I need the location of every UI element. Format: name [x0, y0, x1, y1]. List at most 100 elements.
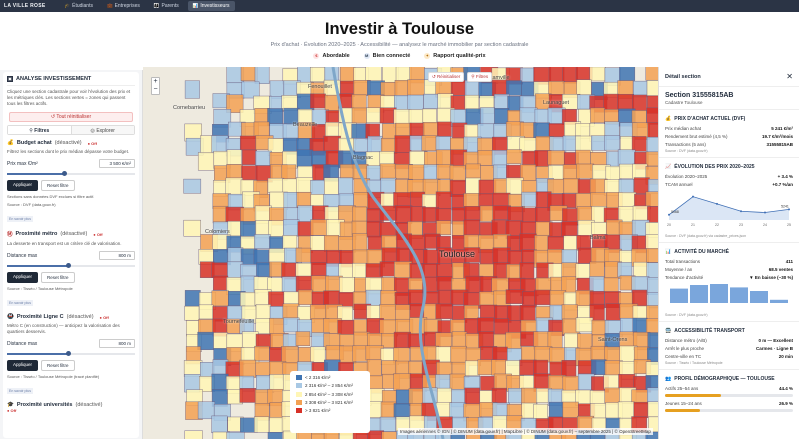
cadastral-section[interactable] [617, 93, 635, 111]
cadastral-section[interactable] [407, 94, 424, 111]
cadastral-section[interactable] [590, 107, 606, 123]
cadastral-section[interactable] [646, 107, 658, 125]
cadastral-section[interactable] [184, 80, 200, 99]
apply-button[interactable]: Appliquer [7, 360, 39, 371]
cadastral-section[interactable] [575, 149, 591, 166]
cadastral-section[interactable] [647, 387, 658, 405]
cadastral-section[interactable] [492, 346, 508, 362]
cadastral-section[interactable] [450, 80, 467, 96]
cadastral-section[interactable] [213, 332, 229, 350]
cadastral-section[interactable] [617, 401, 635, 419]
cadastral-section[interactable] [464, 206, 483, 222]
map-reset-button[interactable]: ↺ Réinitialiser [428, 72, 465, 82]
cadastral-section[interactable] [227, 247, 244, 263]
cadastral-section[interactable] [310, 93, 326, 109]
cadastral-section[interactable] [561, 304, 578, 320]
cadastral-section[interactable] [562, 67, 578, 84]
cadastral-section[interactable] [211, 135, 229, 153]
cadastral-section[interactable] [254, 234, 271, 249]
cadastral-section[interactable] [562, 401, 579, 419]
cadastral-section[interactable] [617, 262, 633, 278]
cadastral-section[interactable] [367, 430, 385, 439]
slider-thumb[interactable] [65, 263, 71, 268]
cadastral-section[interactable] [548, 67, 565, 82]
cadastral-section[interactable] [269, 417, 284, 433]
cadastral-section[interactable] [647, 179, 658, 194]
chip-connecte[interactable]: M Bien connecté [363, 53, 410, 59]
cadastral-section[interactable] [380, 290, 397, 307]
cadastral-section[interactable] [603, 277, 619, 293]
cadastral-section[interactable] [295, 247, 312, 263]
cadastral-section[interactable] [381, 431, 398, 439]
apply-button[interactable]: Appliquer [7, 180, 39, 191]
cadastral-section[interactable] [184, 290, 201, 307]
cadastral-section[interactable] [576, 163, 595, 179]
cadastral-section[interactable] [505, 289, 525, 304]
apply-button[interactable]: Appliquer [7, 272, 39, 283]
cadastral-section[interactable] [435, 346, 452, 363]
brand-logo[interactable]: LA VILLE ROSE [4, 3, 46, 9]
cadastral-section[interactable] [267, 177, 285, 193]
reset-all-button[interactable]: ↺ Tout réinitialiser [9, 112, 133, 122]
cadastral-section[interactable] [533, 122, 550, 138]
cadastral-section[interactable] [645, 234, 658, 250]
cadastral-section[interactable] [645, 191, 658, 207]
cadastral-section[interactable] [268, 291, 285, 307]
cadastral-section[interactable] [436, 276, 453, 291]
nav-tab-parents[interactable]: 👪 Parents [149, 1, 184, 11]
cadastral-section[interactable] [211, 373, 229, 392]
cadastral-section[interactable] [339, 164, 355, 179]
cadastral-section[interactable] [381, 360, 398, 376]
cadastral-section[interactable] [295, 177, 313, 193]
cadastral-section[interactable] [436, 220, 452, 236]
cadastral-section[interactable] [365, 289, 382, 306]
cadastral-section[interactable] [480, 107, 496, 125]
close-icon[interactable]: ✕ [786, 72, 793, 81]
cadastral-section[interactable] [478, 179, 497, 195]
cadastral-section[interactable] [309, 304, 327, 320]
cadastral-section[interactable] [309, 67, 326, 82]
cadastral-section[interactable] [380, 177, 397, 193]
cadastral-section[interactable] [310, 219, 329, 236]
cadastral-section[interactable] [477, 317, 495, 334]
cadastral-section[interactable] [366, 220, 382, 238]
cadastral-section[interactable] [226, 432, 245, 439]
cadastral-section[interactable] [547, 150, 565, 166]
cadastral-section[interactable] [283, 317, 300, 333]
distance-input[interactable]: 800 m [99, 339, 135, 348]
cadastral-section[interactable] [647, 277, 658, 295]
cadastral-section[interactable] [324, 177, 339, 196]
cadastral-section[interactable] [591, 359, 607, 375]
cadastral-section[interactable] [197, 152, 215, 171]
cadastral-section[interactable] [379, 416, 396, 432]
cadastral-section[interactable] [435, 303, 453, 320]
cadastral-section[interactable] [268, 248, 287, 265]
more-info-link[interactable]: En savoir plus [7, 300, 33, 306]
cadastral-section[interactable] [435, 332, 453, 348]
cadastral-section[interactable] [547, 249, 564, 265]
cadastral-section[interactable] [506, 177, 524, 195]
toggle-off[interactable]: ● Off [100, 315, 109, 320]
cadastral-section[interactable] [465, 360, 480, 376]
cadastral-section[interactable] [589, 390, 606, 406]
cadastral-section[interactable] [407, 79, 425, 96]
cadastral-section[interactable] [297, 205, 314, 222]
toggle-off[interactable]: ● Off [7, 408, 16, 413]
cadastral-section[interactable] [563, 178, 580, 194]
cadastral-section[interactable] [506, 149, 522, 164]
cadastral-section[interactable] [604, 135, 620, 151]
cadastral-section[interactable] [548, 123, 566, 139]
toggle-off[interactable]: ● Off [93, 232, 102, 237]
cadastral-section[interactable] [519, 67, 536, 83]
cadastral-section[interactable] [212, 275, 229, 291]
cadastral-section[interactable] [646, 80, 658, 97]
cadastral-section[interactable] [226, 164, 243, 180]
cadastral-section[interactable] [521, 191, 538, 207]
cadastral-section[interactable] [647, 401, 658, 418]
map-canvas[interactable] [143, 67, 658, 439]
cadastral-section[interactable] [337, 319, 355, 335]
cadastral-section[interactable] [241, 81, 260, 99]
reset-filter-button[interactable]: Reset filtre [41, 272, 75, 283]
cadastral-section[interactable] [310, 180, 325, 195]
cadastral-section[interactable] [618, 374, 636, 390]
